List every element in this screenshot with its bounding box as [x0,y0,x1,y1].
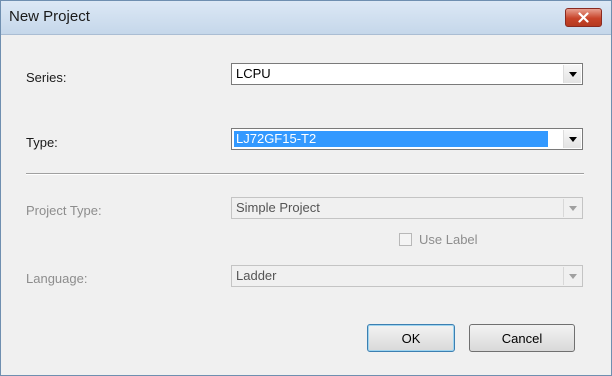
project-type-value: Simple Project [236,200,320,215]
language-select[interactable]: Ladder [231,265,583,287]
separator [26,173,584,175]
type-label: Type: [26,135,58,150]
language-value: Ladder [236,268,277,283]
language-dropdown-arrow[interactable] [563,267,581,285]
series-select[interactable]: LCPU [231,63,583,85]
project-type-select[interactable]: Simple Project [231,197,583,219]
type-select[interactable]: LJ72GF15-T2 [231,128,583,150]
series-label: Series: [26,70,66,85]
close-icon [578,12,589,23]
ok-button[interactable]: OK [367,324,455,352]
dialog-title: New Project [9,8,90,25]
series-label-text: Series: [26,70,67,85]
title-bar[interactable]: New Project [1,1,611,35]
series-value: LCPU [236,66,271,81]
new-project-dialog: New Project Series: LCPU Type: LJ72GF15-… [0,0,612,376]
series-dropdown-arrow[interactable] [563,65,581,83]
chevron-down-icon [568,136,577,142]
use-label-text: Use Label [419,232,478,247]
project-type-dropdown-arrow[interactable] [563,199,581,217]
type-dropdown-arrow[interactable] [563,130,581,148]
chevron-down-icon [568,273,577,279]
use-label-checkbox[interactable] [399,233,412,246]
chevron-down-icon [568,205,577,211]
chevron-down-icon [568,71,577,77]
language-label: Language: [26,271,88,286]
close-button[interactable] [565,8,602,27]
project-type-label: Project Type: [26,203,102,218]
dialog-body: Series: LCPU Type: LJ72GF15-T2 Project T… [11,35,601,371]
cancel-button[interactable]: Cancel [469,324,575,352]
type-value: LJ72GF15-T2 [234,131,548,147]
